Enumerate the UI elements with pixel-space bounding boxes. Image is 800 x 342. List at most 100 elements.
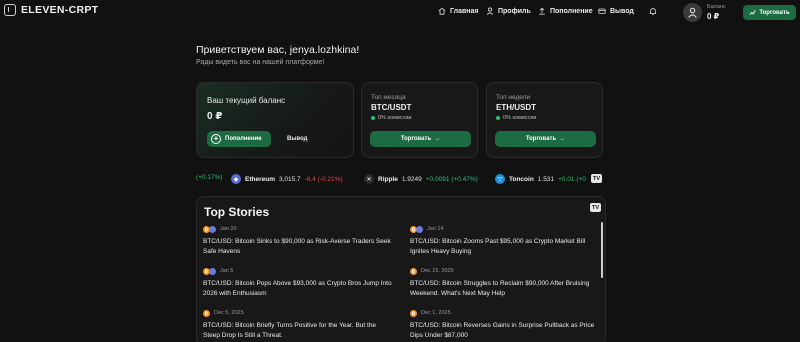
usd-icon [209, 267, 216, 275]
story-date: Jan 5 [220, 268, 234, 274]
stories-scrollbar[interactable] [601, 222, 603, 278]
top-week-fee-label: 0% комиссии [503, 115, 537, 121]
top-month-card: Топ месяца BTC/USDT 0% комиссии Торговат… [361, 82, 478, 158]
story-item[interactable]: ₿ Jan 5 BTC/USD: Bitcoin Pops Above $93,0… [203, 267, 393, 299]
home-icon [438, 7, 446, 15]
top-month-pair: BTC/USDT [371, 103, 412, 112]
ticker-change: -6.4 (-0.21%) [304, 175, 343, 183]
story-headline: BTC/USD: Bitcoin Struggles to Reclaim $9… [410, 280, 590, 297]
logo[interactable]: ELEVEN-CRPT [4, 4, 98, 16]
bitcoin-icon: ₿ [203, 309, 210, 317]
header-trade-label: Торговать [759, 9, 790, 16]
chart-icon [749, 10, 757, 15]
story-headline: BTC/USD: Bitcoin Sinks to $90,000 as Ris… [203, 238, 391, 255]
nav-profile[interactable]: Профиль [486, 7, 531, 15]
bitcoin-icon: ₿ [410, 309, 417, 317]
ticker-price: 1.9249 [401, 175, 422, 183]
top-bar: ELEVEN-CRPT Главная Профиль Пополнение В… [0, 0, 800, 26]
header-balance-label: Баланс [707, 4, 726, 10]
nav-deposit[interactable]: Пополнение [538, 7, 593, 15]
story-headline: BTC/USD: Bitcoin Briefly Turns Positive … [203, 322, 377, 339]
tradingview-icon[interactable]: TV [591, 174, 602, 183]
top-month-trade-button[interactable]: Торговать → [370, 131, 471, 147]
ticker-price: 1.531 [537, 175, 555, 183]
arrow-right-icon: → [559, 136, 566, 142]
balance-card: Ваш текущий баланс 0 ₽ + Пополнение Выво… [196, 82, 354, 158]
ticker-name: Toncoin [509, 175, 534, 183]
story-item[interactable]: ₿ Jan 14 BTC/USD: Bitcoin Zooms Past $95,… [410, 225, 600, 257]
deposit-label: Пополнение [225, 136, 262, 142]
coin-icons: ₿ [203, 309, 210, 317]
logo-text: ELEVEN-CRPT [21, 4, 99, 16]
upload-icon [539, 7, 545, 15]
coin-icons: ₿ [410, 309, 417, 317]
nav-deposit-label: Пополнение [550, 7, 593, 15]
nav-withdraw[interactable]: Вывод [598, 7, 634, 15]
ticker-item[interactable]: ◆ Ethereum 3,015.7 -6.4 (-0.21%) [231, 174, 343, 184]
story-date: Jan 14 [427, 226, 444, 232]
ticker-change: +0.0091 (+0.47%) [425, 175, 478, 183]
story-item[interactable]: ₿ Dec 1, 2025 BTC/USD: Bitcoin Reverses G… [410, 309, 600, 341]
top-stories-panel: Top Stories TV ₿ Jan 20 BTC/USD: Bitcoin … [196, 196, 606, 342]
bell-icon[interactable] [649, 7, 657, 16]
story-date: Jan 20 [220, 226, 237, 232]
top-month-fee: 0% комиссии [371, 115, 412, 121]
top-week-trade-button[interactable]: Торговать → [495, 131, 596, 147]
ticker-name: Ethereum [245, 175, 275, 183]
user-avatar-icon [688, 7, 697, 18]
fee-dot-icon [496, 116, 500, 120]
ticker-item[interactable]: ✕ Ripple 1.9249 +0.0091 (+0.47%) [364, 174, 478, 184]
story-item[interactable]: ₿ Jan 20 BTC/USD: Bitcoin Sinks to $90,00… [203, 225, 393, 257]
deposit-button[interactable]: + Пополнение [207, 131, 271, 147]
greeting: Приветствуем вас, jenya.lozhkina! [196, 44, 360, 56]
balance-value: 0 ₽ [207, 111, 223, 122]
plus-icon: + [211, 134, 221, 144]
top-week-pair: ETH/USDT [496, 103, 536, 112]
top-month-fee-label: 0% комиссии [378, 115, 412, 121]
ticker-name: Ripple [378, 175, 398, 183]
ripple-icon: ✕ [364, 174, 374, 184]
story-headline: BTC/USD: Bitcoin Zooms Past $95,000 as C… [410, 238, 586, 255]
usd-icon [209, 225, 216, 233]
story-item[interactable]: ₿ Dec 5, 2025 BTC/USD: Bitcoin Briefly Tu… [203, 309, 393, 341]
top-stories-title: Top Stories [204, 205, 270, 219]
fee-dot-icon [371, 116, 375, 120]
price-ticker[interactable]: (+0.17%) ◆ Ethereum 3,015.7 -6.4 (-0.21%… [196, 171, 605, 187]
ticker-price: 3,015.7 [278, 175, 301, 183]
nav-withdraw-label: Вывод [610, 7, 634, 15]
withdraw-button[interactable]: Вывод [287, 136, 307, 142]
nav-home[interactable]: Главная [438, 7, 478, 15]
coin-icons: ₿ [203, 225, 216, 233]
coin-icons: ₿ [203, 267, 216, 275]
arrow-right-icon: → [434, 136, 441, 142]
coin-icons: ₿ [410, 225, 423, 233]
user-icon [486, 7, 494, 15]
avatar[interactable] [683, 3, 702, 22]
ticker-item[interactable]: ▽ Toncoin 1.531 +0.01 (+0 [495, 174, 586, 184]
top-week-trade-label: Торговать [525, 136, 557, 142]
top-week-period: Топ недели [496, 94, 531, 101]
header-balance-value: 0 ₽ [707, 12, 720, 21]
ticker-change: +0.01 (+0 [558, 175, 586, 183]
top-month-period: Топ месяца [371, 94, 406, 101]
story-date: Dec 5, 2025 [214, 310, 244, 316]
tradingview-icon[interactable]: TV [590, 203, 601, 212]
header-trade-button[interactable]: Торговать [743, 5, 796, 20]
top-month-trade-label: Торговать [400, 136, 432, 142]
story-item[interactable]: ₿ Dec 15, 2025 BTC/USD: Bitcoin Struggles… [410, 267, 600, 299]
story-date: Dec 15, 2025 [421, 268, 454, 274]
story-headline: BTC/USD: Bitcoin Reverses Gains in Surpr… [410, 322, 595, 339]
balance-title: Ваш текущий баланс [207, 96, 286, 105]
coin-icons: ₿ [410, 267, 417, 275]
ticker-lead-change: (+0.17%) [196, 174, 223, 181]
story-date: Dec 1, 2025 [421, 310, 451, 316]
logo-icon [4, 4, 16, 16]
ethereum-icon: ◆ [231, 174, 241, 184]
welcome-subtitle: Рады видеть вас на нашей платформе! [196, 59, 325, 66]
story-headline: BTC/USD: Bitcoin Pops Above $93,000 as C… [203, 280, 392, 297]
usd-icon [416, 225, 423, 233]
wallet-icon [598, 8, 606, 14]
top-week-card: Топ недели ETH/USDT 0% комиссии Торговат… [486, 82, 603, 158]
bitcoin-icon: ₿ [410, 267, 417, 275]
toncoin-icon: ▽ [495, 174, 505, 184]
